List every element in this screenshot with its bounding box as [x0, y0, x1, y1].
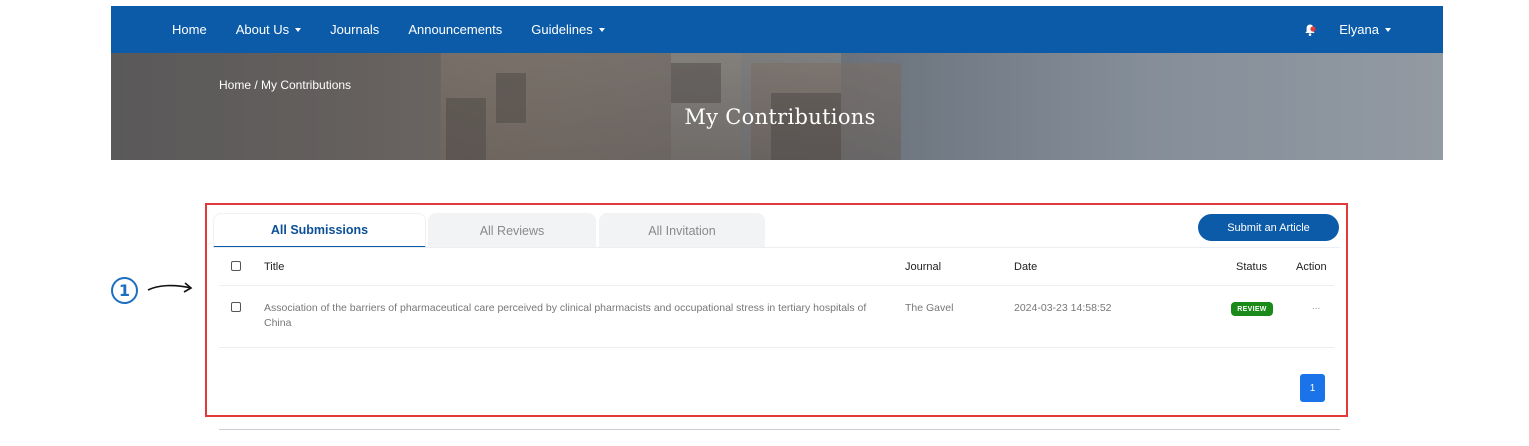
submission-date: 2024-03-23 14:58:52: [1014, 302, 1112, 314]
divider: [219, 429, 1340, 430]
tab-bar: All Submissions All Reviews All Invitati…: [213, 213, 765, 248]
nav-journals-label: Journals: [330, 22, 380, 37]
annotation-arrow-icon: [147, 282, 193, 293]
notification-bell-icon[interactable]: [1303, 23, 1317, 37]
nav-guidelines[interactable]: Guidelines: [531, 22, 605, 37]
nav-about-us-label: About Us: [235, 22, 290, 37]
caret-down-icon: [295, 28, 302, 32]
status-badge: REVIEW: [1231, 302, 1273, 316]
page-title: My Contributions: [684, 105, 876, 129]
row-action-menu[interactable]: ...: [1312, 301, 1320, 312]
nav-home[interactable]: Home: [172, 22, 207, 37]
submission-journal: The Gavel: [905, 302, 954, 314]
nav-guidelines-label: Guidelines: [531, 22, 593, 37]
user-name: Elyana: [1339, 22, 1379, 37]
pagination-page-button[interactable]: 1: [1300, 374, 1325, 402]
column-header-date[interactable]: Date: [1014, 261, 1037, 273]
divider: [213, 247, 1340, 248]
contributions-panel: All Submissions All Reviews All Invitati…: [205, 203, 1348, 417]
nav-home-label: Home: [172, 22, 207, 37]
nav-announcements-label: Announcements: [408, 22, 503, 37]
column-header-journal[interactable]: Journal: [905, 261, 941, 273]
nav-user-area: Elyana: [1303, 6, 1391, 53]
nav-announcements[interactable]: Announcements: [408, 22, 502, 37]
user-menu[interactable]: Elyana: [1339, 22, 1391, 37]
row-checkbox[interactable]: [231, 302, 241, 312]
page-banner: Home / My Contributions My Contributions: [111, 53, 1443, 160]
column-header-action: Action: [1296, 261, 1327, 273]
divider: [219, 285, 1334, 286]
submit-article-button[interactable]: Submit an Article: [1198, 214, 1339, 241]
nav-about-us[interactable]: About Us: [235, 22, 302, 37]
select-all-checkbox[interactable]: [231, 261, 241, 271]
submission-title[interactable]: Association of the barriers of pharmaceu…: [264, 301, 886, 331]
caret-down-icon: [598, 28, 605, 32]
column-header-status[interactable]: Status: [1236, 261, 1267, 273]
nav-menu: Home About Us Journals Announcements Gui…: [172, 6, 634, 53]
column-header-title[interactable]: Title: [264, 261, 284, 273]
tab-all-reviews[interactable]: All Reviews: [428, 213, 596, 248]
caret-down-icon: [1385, 28, 1391, 32]
divider: [219, 347, 1334, 348]
breadcrumb[interactable]: Home / My Contributions: [219, 78, 351, 92]
tab-all-invitation[interactable]: All Invitation: [599, 213, 765, 248]
top-navbar: Home About Us Journals Announcements Gui…: [111, 6, 1443, 53]
tab-all-submissions[interactable]: All Submissions: [213, 213, 426, 248]
nav-journals[interactable]: Journals: [330, 22, 379, 37]
annotation-number-marker: 1: [111, 277, 138, 304]
